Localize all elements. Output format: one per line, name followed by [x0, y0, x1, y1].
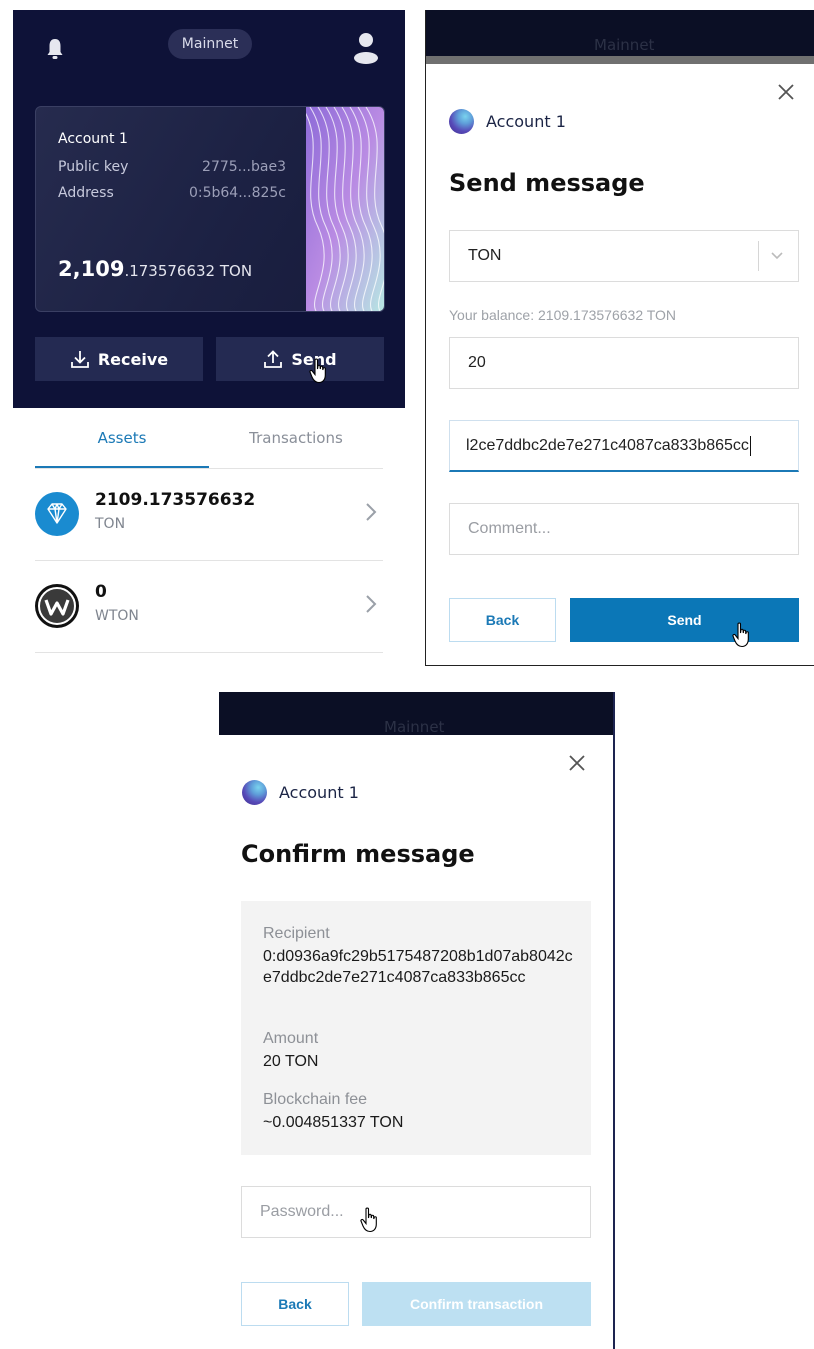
token-selected: TON [468, 247, 502, 264]
asset-symbol: TON [95, 516, 126, 532]
recipient-value[interactable]: 0:d0936a9fc29b5175487208b1d07ab8042ce7dd… [263, 946, 573, 988]
asset-row-wton[interactable]: 0 WTON [35, 560, 383, 653]
back-button[interactable]: Back [241, 1282, 349, 1326]
amount-label: Amount [263, 1030, 319, 1047]
token-select[interactable]: TON [449, 230, 799, 282]
receive-label: Receive [97, 349, 169, 369]
account-row: Account 1 [242, 780, 359, 805]
recipient-input[interactable]: l2ce7ddbc2de7e271c4087ca833b865cc [449, 420, 799, 472]
address-label: Address [58, 185, 114, 201]
send-button[interactable]: Send [216, 337, 384, 381]
account-name: Account 1 [58, 131, 128, 147]
recipient-label: Recipient [263, 925, 330, 942]
account-avatar [242, 780, 267, 805]
chevron-down-icon [771, 252, 783, 260]
user-icon[interactable] [353, 32, 379, 64]
overlay-edge [426, 56, 814, 64]
account-name: Account 1 [486, 112, 566, 131]
public-key-label: Public key [58, 159, 129, 175]
public-key-value[interactable]: 2775...bae3 [176, 159, 286, 175]
dimmed-header: Mainnet [219, 692, 613, 736]
fee-value: ~0.004851337 TON [263, 1114, 404, 1131]
network-label-dimmed: Mainnet [594, 36, 655, 54]
chevron-right-icon [366, 595, 377, 613]
asset-amount: 2109.173576632 [95, 490, 256, 510]
dialog-title: Send message [449, 169, 645, 197]
wton-icon [35, 584, 79, 628]
text-caret [749, 435, 751, 456]
close-icon[interactable] [568, 754, 586, 772]
tab-assets[interactable]: Assets [35, 420, 209, 468]
confirm-transaction-button[interactable]: Confirm transaction [362, 1282, 591, 1326]
balance: 2,109.173576632 TON [58, 257, 253, 281]
card-wave-decoration [306, 107, 384, 311]
upload-icon [264, 350, 283, 368]
password-input[interactable]: Password... [241, 1186, 591, 1238]
hand-cursor-icon [732, 622, 749, 648]
send-button[interactable]: Send [570, 598, 799, 642]
wallet-screen: Mainnet Account 1 Public key 2775...bae3… [13, 10, 405, 665]
account-name: Account 1 [279, 783, 359, 802]
back-button[interactable]: Back [449, 598, 556, 642]
account-row: Account 1 [449, 109, 566, 134]
account-avatar [449, 109, 474, 134]
confirm-message-dialog: Mainnet Account 1 Confirm message Recipi… [219, 692, 615, 1349]
bell-icon[interactable] [46, 38, 64, 60]
network-label-dimmed: Mainnet [384, 718, 445, 736]
amount-value: 20 TON [263, 1053, 319, 1070]
ton-diamond-icon [35, 492, 79, 536]
asset-row-ton[interactable]: 2109.173576632 TON [35, 468, 383, 561]
asset-tabs: Assets Transactions [35, 420, 383, 469]
wallet-header: Mainnet Account 1 Public key 2775...bae3… [13, 10, 405, 408]
network-selector[interactable]: Mainnet [168, 29, 252, 59]
asset-amount: 0 [95, 582, 107, 602]
comment-input[interactable]: Comment... [449, 503, 799, 555]
download-icon [70, 351, 89, 368]
chevron-right-icon [366, 503, 377, 521]
amount-input[interactable]: 20 [449, 337, 799, 389]
select-divider [758, 241, 759, 271]
dimmed-header: Mainnet [426, 10, 814, 56]
address-value[interactable]: 0:5b64...825c [176, 185, 286, 201]
transaction-summary: Recipient 0:d0936a9fc29b5175487208b1d07a… [241, 901, 591, 1155]
receive-button[interactable]: Receive [35, 337, 203, 381]
close-icon[interactable] [777, 83, 795, 101]
hand-cursor-icon [360, 1207, 377, 1233]
tab-transactions[interactable]: Transactions [209, 420, 383, 466]
fee-label: Blockchain fee [263, 1091, 368, 1108]
dialog-title: Confirm message [241, 840, 475, 868]
hand-cursor-icon [309, 358, 326, 384]
account-card: Account 1 Public key 2775...bae3 Address… [35, 106, 385, 312]
balance-hint: Your balance: 2109.173576632 TON [449, 307, 677, 323]
asset-symbol: WTON [95, 608, 139, 624]
send-message-dialog: Mainnet Account 1 Send message TON Your … [425, 10, 814, 666]
